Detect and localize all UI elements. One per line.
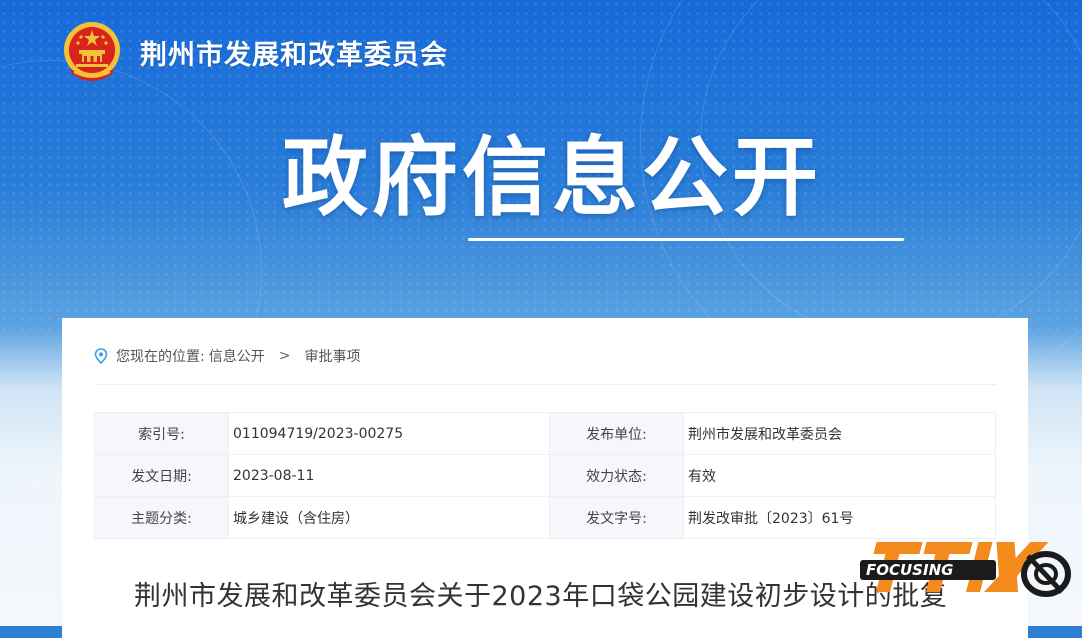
document-metadata-table: 索引号: 011094719/2023-00275 发布单位: 荆州市发展和改革… — [94, 412, 996, 539]
index-number-value: 011094719/2023-00275 — [228, 412, 550, 455]
breadcrumb-separator: > — [278, 348, 291, 364]
breadcrumb-divider — [94, 384, 996, 385]
location-pin-icon — [94, 348, 108, 364]
index-number-label: 索引号: — [94, 412, 229, 455]
document-title: 荆州市发展和改革委员会关于2023年口袋公园建设初步设计的批复 — [134, 581, 948, 612]
breadcrumb-item-info-disclosure[interactable]: 信息公开 — [209, 346, 265, 366]
issue-date-value: 2023-08-11 — [228, 454, 550, 497]
breadcrumb: 您现在的位置: 信息公开 > 审批事项 — [94, 346, 360, 366]
table-row: 主题分类: 城乡建设（含住房） 发文字号: 荆发改审批〔2023〕61号 — [94, 496, 996, 539]
national-emblem-icon[interactable] — [62, 20, 122, 82]
document-number-label: 发文字号: — [549, 496, 684, 539]
issue-date-label: 发文日期: — [94, 454, 229, 497]
breadcrumb-item-approvals[interactable]: 审批事项 — [304, 346, 360, 366]
table-row: 索引号: 011094719/2023-00275 发布单位: 荆州市发展和改革… — [94, 412, 996, 455]
topic-category-value: 城乡建设（含住房） — [228, 496, 550, 539]
table-row: 发文日期: 2023-08-11 效力状态: 有效 — [94, 454, 996, 497]
watermark-text: FOCUSING — [866, 561, 953, 579]
validity-status-label: 效力状态: — [549, 454, 684, 497]
publisher-label: 发布单位: — [549, 412, 684, 455]
breadcrumb-prefix: 您现在的位置: — [116, 349, 205, 365]
section-title: 政府信息公开 — [282, 128, 822, 228]
validity-status-value: 有效 — [683, 454, 996, 497]
document-number-value: 荆发改审批〔2023〕61号 — [683, 496, 996, 539]
publisher-value: 荆州市发展和改革委员会 — [683, 412, 996, 455]
section-title-underline — [468, 238, 904, 241]
topic-category-label: 主题分类: — [94, 496, 229, 539]
site-title[interactable]: 荆州市发展和改革委员会 — [140, 33, 448, 72]
focusing-watermark-logo: FOCUSING — [860, 542, 1071, 597]
